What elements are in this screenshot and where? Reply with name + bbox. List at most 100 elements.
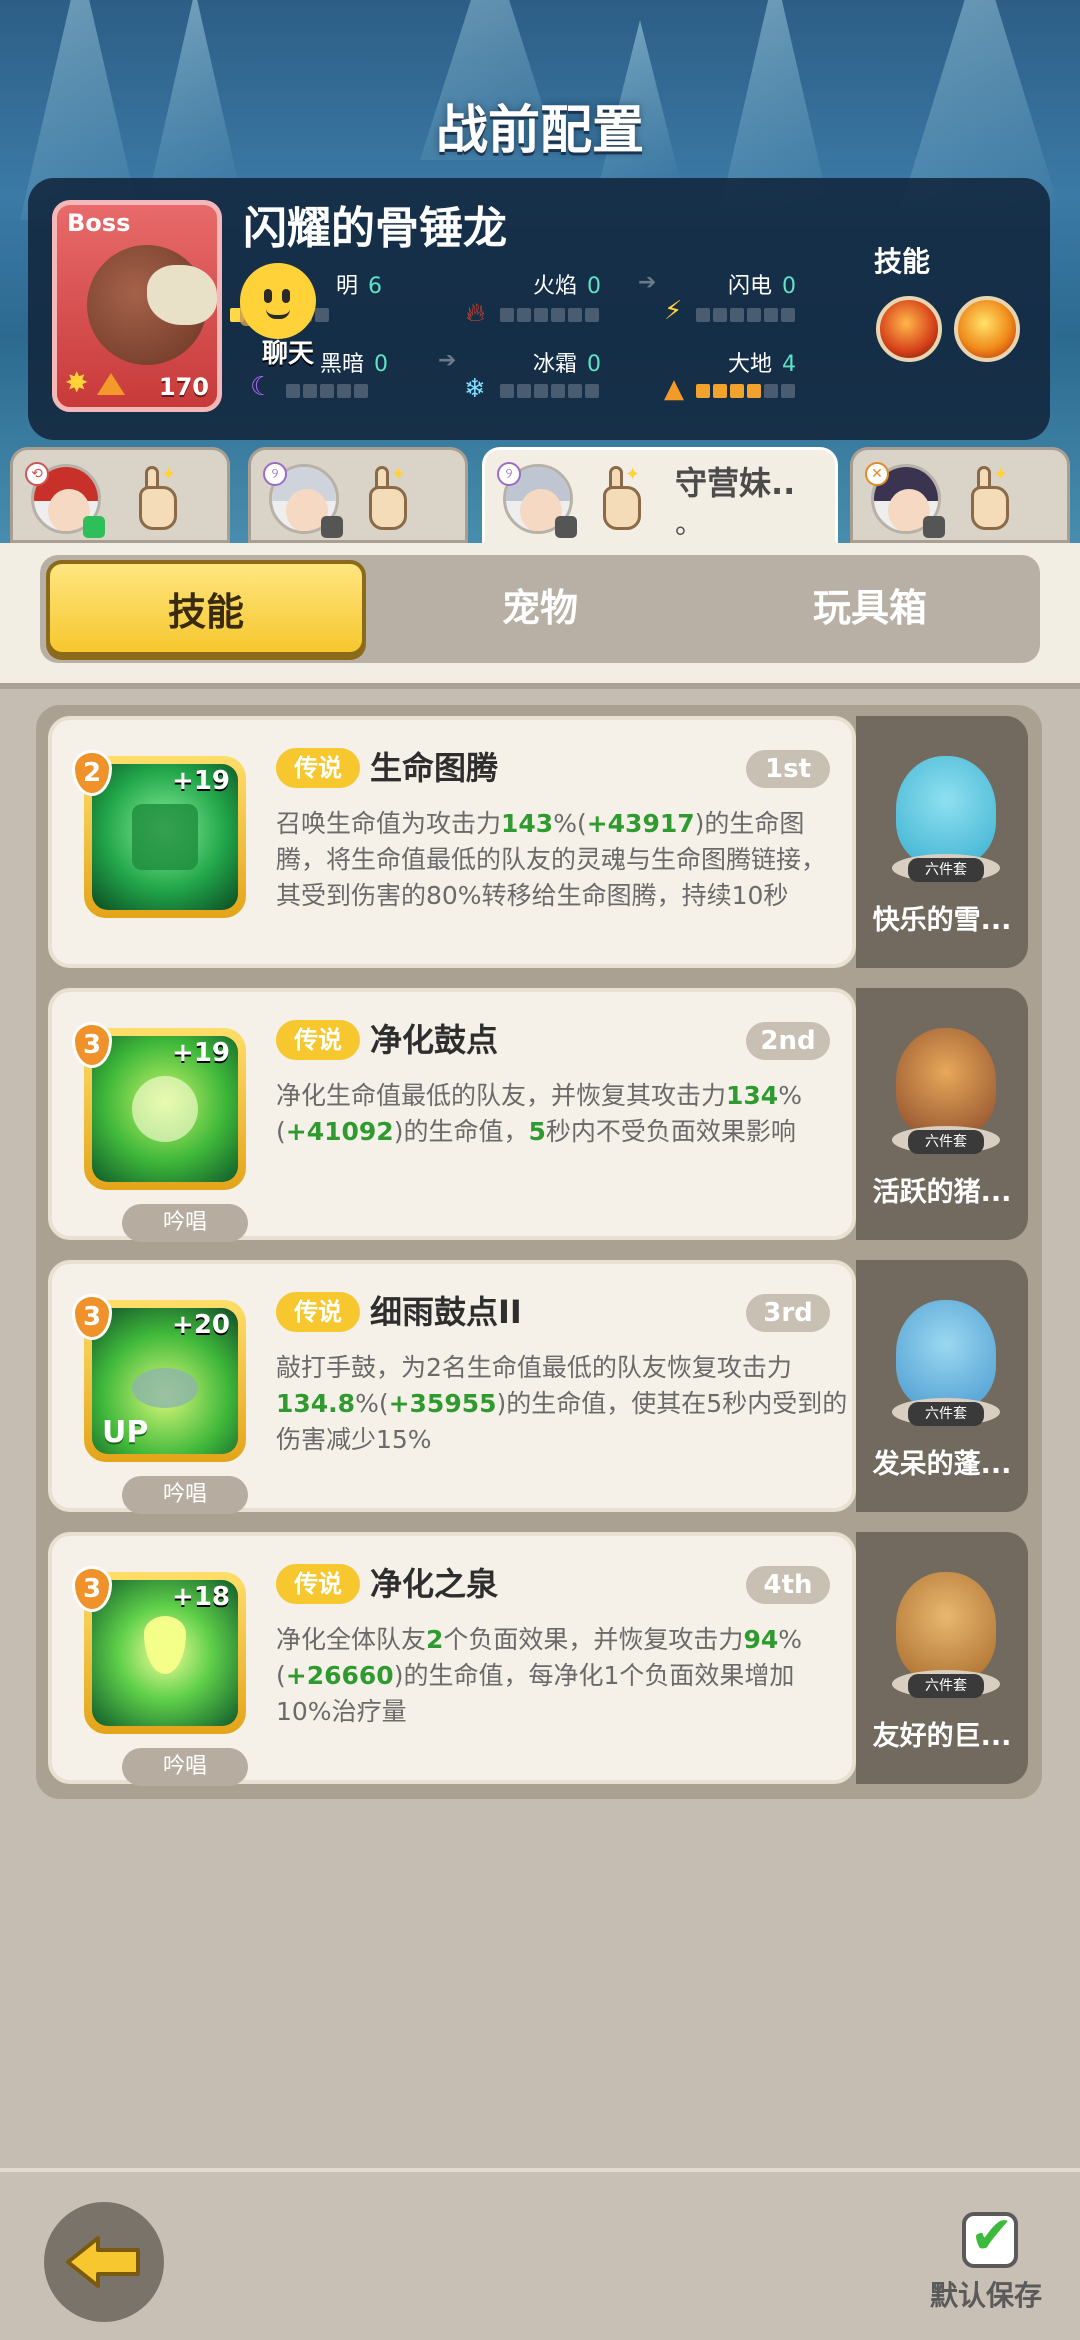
pet-card[interactable]: 六件套 友好的巨...: [856, 1532, 1028, 1784]
skill-rank: 1st: [746, 750, 830, 788]
chant-tag: 吟唱: [122, 1204, 248, 1242]
pet-name: 活跃的猪...: [872, 1177, 1012, 1208]
hero-name-overflow: 。: [675, 507, 704, 540]
hero-status-icon: [555, 516, 577, 538]
arrow-right-icon: ➔: [638, 270, 657, 295]
hero-status-icon: [923, 516, 945, 538]
default-save-checkbox[interactable]: ✔: [962, 2206, 1018, 2268]
hero-class-icon: ୨: [497, 462, 521, 486]
boss-info-panel: Boss ✸ 170 闪耀的骨锤龙 明6 火焰 0 🔥︎ 闪电 0 ⚡︎ 黑暗 0 ☾…: [28, 178, 1050, 440]
pet-set-badge: 六件套: [908, 1130, 984, 1154]
rarity-badge: 传说: [276, 1020, 360, 1060]
pet-image: [896, 756, 996, 866]
highlight-value: 2: [426, 1625, 444, 1654]
back-arrow-icon[interactable]: [64, 2234, 144, 2290]
hero-tab-4[interactable]: ✕ ✦: [850, 447, 1070, 543]
pet-name: 快乐的雪...: [872, 905, 1012, 936]
tab-skills[interactable]: 技能: [46, 560, 366, 656]
desc-text: 召唤生命值为攻击力: [276, 809, 502, 838]
skill-name: 净化鼓点: [370, 1021, 499, 1059]
element-fire-bar: [500, 308, 599, 322]
desc-text: %(: [355, 1389, 389, 1418]
rarity-badge: 传说: [276, 1564, 360, 1604]
element-label: 明: [336, 274, 359, 299]
earth-element-icon: [97, 373, 125, 395]
element-earth-bar: [696, 384, 795, 398]
divider: [0, 683, 1080, 689]
boss-skill-2-icon[interactable]: [954, 296, 1020, 362]
skill-card[interactable]: +20 UP 3 吟唱 传说 细雨鼓点II 3rd 敲打手鼓，为2名生命值最低的…: [48, 1260, 856, 1514]
pet-set-badge: 六件套: [908, 858, 984, 882]
desc-text: 净化生命值最低的队友，并恢复其攻击力: [276, 1081, 727, 1110]
highlight-value: 143: [501, 809, 554, 838]
hero-tab-1[interactable]: ⟲ ✦: [10, 447, 230, 543]
default-save-label[interactable]: 默认保存: [930, 2274, 1042, 2314]
upgrade-label: UP: [102, 1415, 149, 1450]
boss-creature-bone: [147, 265, 217, 325]
boss-portrait[interactable]: Boss ✸ 170: [52, 200, 222, 412]
tab-toybox[interactable]: 玩具箱: [710, 560, 1030, 656]
element-dark: 黑暗 0: [320, 346, 388, 378]
skill-rank: 4th: [746, 1566, 830, 1604]
hero-tab-3[interactable]: ୨ ✦ 守营妹.. 。: [482, 447, 838, 552]
arrow-right-icon: ➔: [438, 348, 457, 373]
skill-card[interactable]: +19 3 吟唱 传说 净化鼓点 2nd 净化生命值最低的队友，并恢复其攻击力1…: [48, 988, 856, 1242]
element-label: 闪电: [728, 274, 773, 299]
skill-bonus: +19: [172, 1038, 230, 1068]
element-fire: 火焰 0: [533, 268, 601, 300]
element-label: 大地: [728, 352, 773, 377]
highlight-value: +35955: [388, 1389, 497, 1418]
element-value: 0: [782, 274, 797, 299]
skill-card[interactable]: +19 2 传说 生命图腾 1st 召唤生命值为攻击力143%(+43917)的…: [48, 716, 856, 968]
pet-card[interactable]: 六件套 发呆的蓬...: [856, 1260, 1028, 1512]
skill-name: 生命图腾: [370, 749, 499, 787]
hero-name: 守营妹..: [675, 464, 796, 502]
element-earth: 大地 4: [728, 346, 796, 378]
hero-tab-2[interactable]: ୨ ✦: [248, 447, 468, 543]
hero-class-icon: ✕: [865, 462, 889, 486]
desc-text: 个负面效果，并恢复攻击力: [443, 1625, 744, 1654]
rarity-badge: 传说: [276, 1292, 360, 1332]
checkmark-icon: ✔: [970, 2206, 1014, 2266]
highlight-value: 134.8: [276, 1389, 356, 1418]
skill-description: 召唤生命值为攻击力143%(+43917)的生命图腾，将生命值最低的队友的灵魂与…: [276, 806, 848, 914]
element-value: 0: [587, 274, 602, 299]
element-lightning-bar: [696, 308, 795, 322]
mountain-icon: ▲: [664, 374, 684, 404]
desc-text: )的生命值，: [393, 1117, 529, 1146]
element-light: 明6: [336, 268, 382, 300]
hero-status-icon: [83, 516, 105, 538]
skill-bonus: +19: [172, 766, 230, 796]
element-label: 黑暗: [320, 352, 365, 377]
highlight-value: +41092: [285, 1117, 394, 1146]
element-dark-bar: [286, 384, 368, 398]
desc-text: %(: [553, 809, 587, 838]
hero-status-icon: [321, 516, 343, 538]
desc-text: 秒内不受负面效果影响: [545, 1117, 796, 1146]
element-frost-bar: [500, 384, 599, 398]
rarity-badge: 传说: [276, 748, 360, 788]
skill-name: 净化之泉: [370, 1565, 499, 1603]
element-label: 火焰: [533, 274, 578, 299]
pet-set-badge: 六件套: [908, 1674, 984, 1698]
skill-description: 净化生命值最低的队友，并恢复其攻击力134%(+41092)的生命值，5秒内不受…: [276, 1078, 848, 1150]
highlight-value: +43917: [586, 809, 695, 838]
skill-description: 敲打手鼓，为2名生命值最低的队友恢复攻击力134.8%(+35955)的生命值，…: [276, 1350, 848, 1458]
tap-hand-icon: ✦: [133, 464, 183, 530]
boss-skill-1-icon[interactable]: [876, 296, 942, 362]
boss-skills-label: 技能: [873, 245, 930, 278]
chat-emoji-icon[interactable]: [240, 263, 316, 339]
element-lightning: 闪电 0: [728, 268, 796, 300]
skill-rank: 2nd: [746, 1022, 830, 1060]
element-value: 4: [782, 352, 797, 377]
pet-card[interactable]: 六件套 活跃的猪...: [856, 988, 1028, 1240]
page-title: 战前配置: [435, 101, 644, 161]
tab-pets[interactable]: 宠物: [380, 560, 700, 656]
pet-card[interactable]: 六件套 快乐的雪...: [856, 716, 1028, 968]
skill-card[interactable]: +18 3 吟唱 传说 净化之泉 4th 净化全体队友2个负面效果，并恢复攻击力…: [48, 1532, 856, 1786]
chat-label[interactable]: 聊天: [262, 333, 314, 370]
tap-hand-icon: ✦: [965, 464, 1015, 530]
chant-tag: 吟唱: [122, 1476, 248, 1514]
pet-name: 友好的巨...: [872, 1721, 1012, 1752]
skill-bonus: +20: [172, 1310, 230, 1340]
